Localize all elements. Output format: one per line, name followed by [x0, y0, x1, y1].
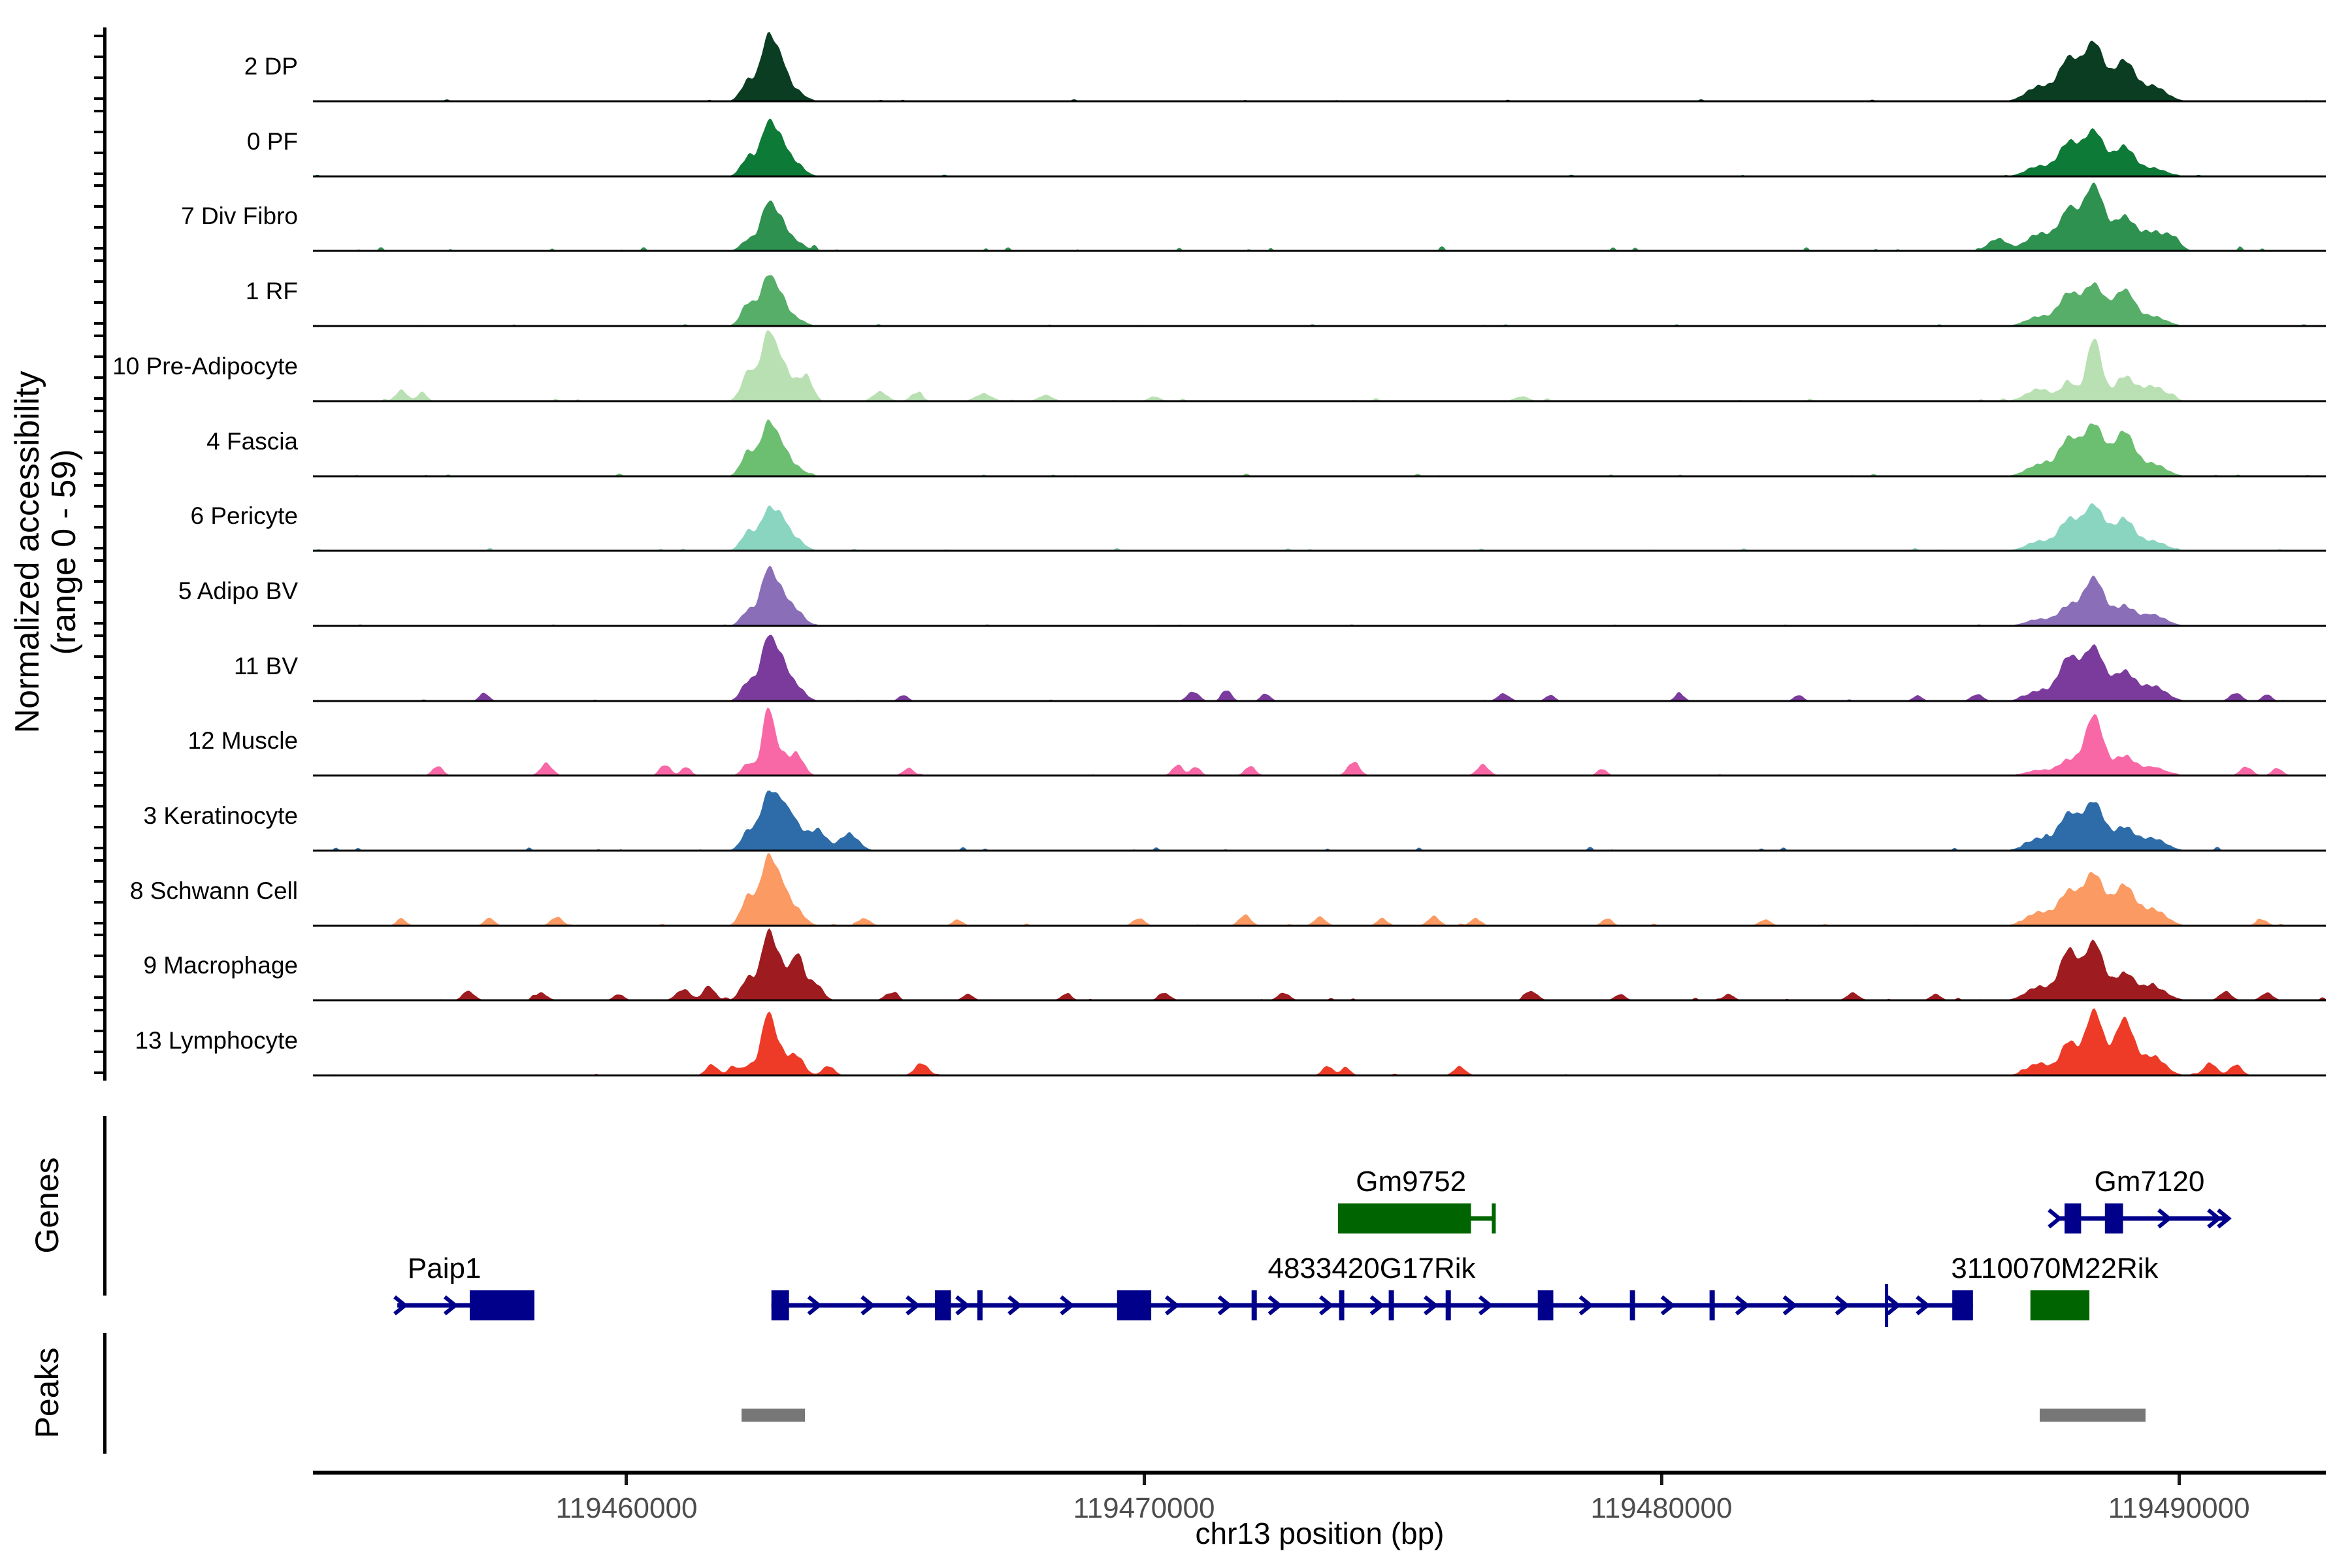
genome-browser-figure: Normalized accessibility (range 0 - 59) …: [0, 0, 2352, 1568]
x-axis-tick-label: 119490000: [2074, 1492, 2283, 1525]
x-axis-line: [313, 1471, 2326, 1475]
gene-label: Gm9752: [1356, 1166, 1466, 1198]
x-axis-tick: [1143, 1475, 1146, 1485]
x-axis-title: chr13 position (bp): [1196, 1516, 1445, 1551]
gene-label: Gm7120: [2095, 1166, 2205, 1198]
x-axis-tick: [1660, 1475, 1663, 1485]
genes-svg: [0, 0, 2352, 1568]
gene-label: 4833420G17Rik: [1267, 1252, 1475, 1285]
x-axis-tick: [625, 1475, 628, 1485]
x-axis-tick-label: 119460000: [522, 1492, 731, 1525]
x-axis-tick: [2178, 1475, 2181, 1485]
gene-label: 3110070M22Rik: [1951, 1252, 2158, 1285]
x-axis-tick-label: 119480000: [1557, 1492, 1766, 1525]
peak-region-bar: [2040, 1409, 2146, 1422]
gene-label: Paip1: [408, 1252, 482, 1285]
peak-region-bar: [742, 1409, 805, 1422]
